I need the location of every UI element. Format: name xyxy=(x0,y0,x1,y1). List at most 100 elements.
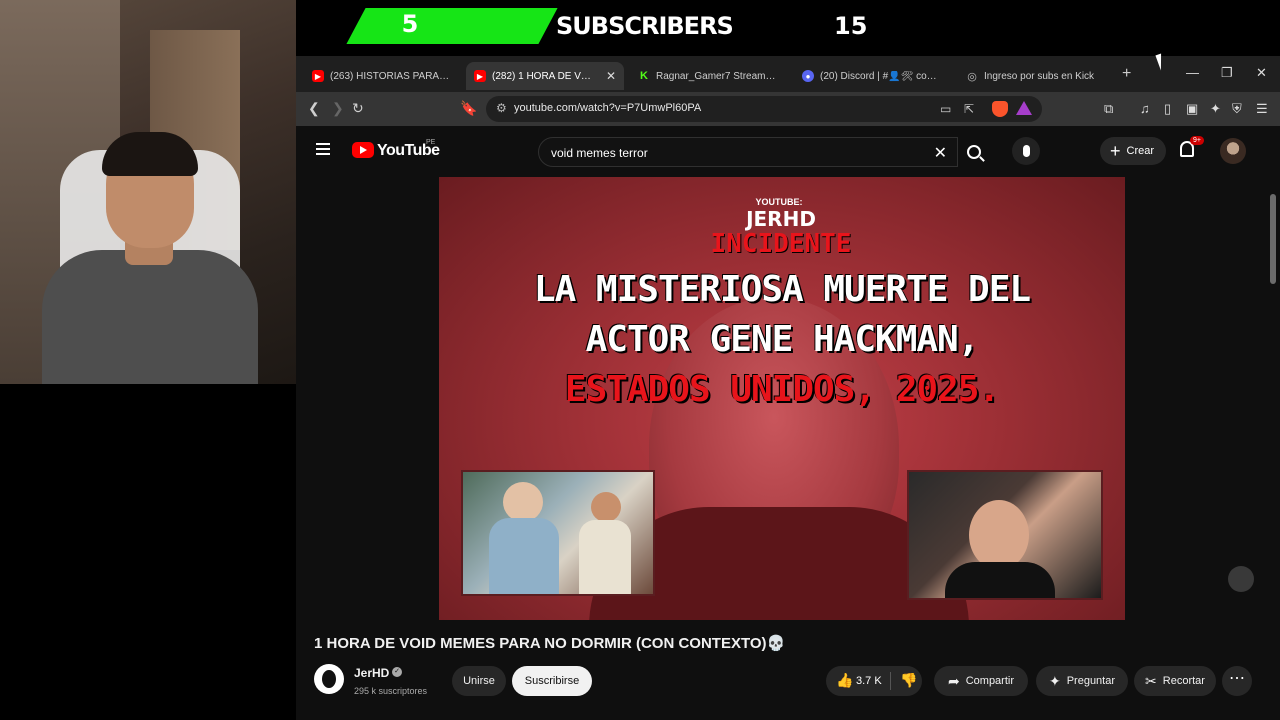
scissors-icon: ✂ xyxy=(1145,672,1157,689)
ask-button[interactable]: ✦ Preguntar xyxy=(1036,666,1128,696)
like-divider xyxy=(890,672,891,690)
video-player[interactable]: YOUTUBE: JERHD INCIDENTE LA MISTERIOSA M… xyxy=(439,177,1125,620)
kick-icon: K xyxy=(640,70,648,82)
youtube-logo-icon[interactable] xyxy=(352,142,374,158)
site-settings-icon[interactable]: ⚙ xyxy=(496,101,507,115)
youtube-icon: ▶ xyxy=(312,70,324,82)
brave-shield-icon[interactable] xyxy=(992,101,1008,117)
new-tab-icon[interactable]: + xyxy=(1122,65,1131,83)
video-headline-2: ACTOR GENE HACKMAN, xyxy=(585,319,980,360)
screenshot-icon[interactable]: ⧉ xyxy=(1104,101,1113,117)
subscriber-count-box xyxy=(346,8,558,44)
like-icon[interactable]: 👍 xyxy=(836,672,853,689)
photo-woman-head xyxy=(591,492,621,522)
youtube-page: YouTube PE void memes terror ✕ + Crear 9… xyxy=(296,126,1280,720)
country-code: PE xyxy=(426,139,436,146)
clip-label: Recortar xyxy=(1162,675,1205,687)
video-watermark-channel: JERHD xyxy=(746,207,816,231)
address-bar[interactable]: ⚙ youtube.com/watch?v=P7UmwPl60PA ▭ ⇱ xyxy=(486,96,1042,122)
browser-window: ▶ (263) HISTORIAS PARANORMA ▶ (282) 1 HO… xyxy=(296,56,1280,720)
tab-label: Ingreso por subs en Kick xyxy=(984,70,1095,82)
search-icon xyxy=(967,145,981,159)
close-icon[interactable]: ✕ xyxy=(606,69,616,83)
leo-ai-icon[interactable]: ✦ xyxy=(1210,101,1221,117)
search-query: void memes terror xyxy=(551,146,648,160)
youtube-header: YouTube PE void memes terror ✕ + Crear 9… xyxy=(296,126,1280,176)
video-title: 1 HORA DE VOID MEMES PARA NO DORMIR (CON… xyxy=(314,635,786,652)
tab-label: (282) 1 HORA DE VOID ME xyxy=(492,70,596,82)
photo-actor-face xyxy=(969,500,1029,570)
create-button[interactable]: + Crear xyxy=(1100,137,1166,165)
music-icon[interactable]: ♫ xyxy=(1140,101,1150,116)
tab-bar: ▶ (263) HISTORIAS PARANORMA ▶ (282) 1 HO… xyxy=(296,56,1280,92)
share-button[interactable]: ➦ Compartir xyxy=(934,666,1028,696)
more-actions-icon[interactable]: ⋯ xyxy=(1222,666,1252,696)
search-button[interactable] xyxy=(958,137,990,167)
bookmark-icon[interactable]: 🔖 xyxy=(460,100,477,117)
verified-icon: ✓ xyxy=(392,667,402,677)
url-text: youtube.com/watch?v=P7UmwPl60PA xyxy=(514,102,702,114)
video-photo-actor xyxy=(907,470,1103,600)
photo-woman-body xyxy=(579,520,631,594)
search-input[interactable]: void memes terror ✕ xyxy=(538,137,958,167)
tab-ingreso-kick[interactable]: ◎ Ingreso por subs en Kick xyxy=(958,62,1108,90)
channel-subscribers: 295 k suscriptores xyxy=(354,686,428,696)
photo-actor-suit xyxy=(945,562,1055,598)
reload-icon[interactable]: ↻ xyxy=(352,100,364,117)
maximize-icon[interactable]: ❐ xyxy=(1221,65,1233,81)
youtube-icon: ▶ xyxy=(474,70,486,82)
tab-void-memes[interactable]: ▶ (282) 1 HORA DE VOID ME ✕ xyxy=(466,62,624,90)
microphone-icon xyxy=(1022,145,1030,157)
hamburger-menu-icon[interactable] xyxy=(316,143,330,155)
webcam-streamer-hair xyxy=(102,132,198,176)
tab-historias-paranormales[interactable]: ▶ (263) HISTORIAS PARANORMA xyxy=(304,62,464,90)
back-icon[interactable]: ❮ xyxy=(308,100,320,117)
share-label: Compartir xyxy=(965,675,1015,687)
create-label: Crear xyxy=(1126,145,1155,157)
video-headline-3: ESTADOS UNIDOS, 2025. xyxy=(564,369,1000,410)
brave-rewards-icon[interactable] xyxy=(1016,101,1032,115)
minimize-icon[interactable]: — xyxy=(1186,65,1199,80)
tab-label: (263) HISTORIAS PARANORMA xyxy=(330,70,456,82)
voice-search-button[interactable] xyxy=(1012,137,1040,165)
tab-discord[interactable]: ● (20) Discord | #👤🛠 construct xyxy=(794,62,946,90)
dislike-icon[interactable]: 👎 xyxy=(900,672,917,689)
video-watermark-label: YOUTUBE: xyxy=(755,197,803,207)
video-photo-couple xyxy=(461,470,655,596)
photo-man-body xyxy=(489,518,559,594)
browser-toolbar: ❮ ❯ ↻ 🔖 ⚙ youtube.com/watch?v=P7UmwPl60P… xyxy=(296,92,1280,126)
webcam-streamer-body xyxy=(42,250,258,384)
wallet-icon[interactable]: ▣ xyxy=(1186,101,1198,117)
tab-label: Ragnar_Gamer7 Stream - Watc xyxy=(656,70,778,82)
scrollbar-thumb[interactable] xyxy=(1270,194,1276,284)
webcam-feed xyxy=(0,0,296,384)
discord-icon: ● xyxy=(802,70,814,82)
subscriber-goal: 15 xyxy=(834,12,868,40)
account-avatar[interactable] xyxy=(1220,138,1246,164)
share-arrow-icon: ➦ xyxy=(947,672,960,689)
tab-kick-stream[interactable]: K Ragnar_Gamer7 Stream - Watc xyxy=(630,62,786,90)
subscribe-button[interactable]: Suscribirse xyxy=(512,666,592,696)
share-icon[interactable]: ⇱ xyxy=(964,102,974,116)
channel-name[interactable]: JerHD xyxy=(354,666,389,680)
sidebar-icon[interactable]: ▯ xyxy=(1164,101,1171,117)
clip-button[interactable]: ✂ Recortar xyxy=(1134,666,1216,696)
plus-icon: + xyxy=(1110,140,1121,161)
menu-icon[interactable]: ☰ xyxy=(1256,101,1268,117)
ask-label: Preguntar xyxy=(1066,675,1116,687)
channel-avatar[interactable] xyxy=(314,664,344,694)
skull-watermark-icon xyxy=(1228,566,1254,592)
vpn-icon[interactable]: ⛨ xyxy=(1232,101,1242,117)
globe-icon: ◎ xyxy=(967,70,977,83)
sparkle-icon: ✦ xyxy=(1048,672,1061,689)
photo-man-head xyxy=(503,482,543,522)
clear-search-icon[interactable]: ✕ xyxy=(934,143,947,163)
window-close-icon[interactable]: ✕ xyxy=(1256,65,1267,81)
join-button[interactable]: Unirse xyxy=(452,666,506,696)
page-scrollbar[interactable] xyxy=(1270,178,1276,718)
tab-label: (20) Discord | #👤🛠 construct xyxy=(820,70,938,82)
subscriber-count: 5 xyxy=(401,10,419,38)
notification-badge: 9+ xyxy=(1190,136,1204,145)
cast-icon[interactable]: ▭ xyxy=(940,102,951,116)
forward-icon[interactable]: ❯ xyxy=(332,100,344,117)
